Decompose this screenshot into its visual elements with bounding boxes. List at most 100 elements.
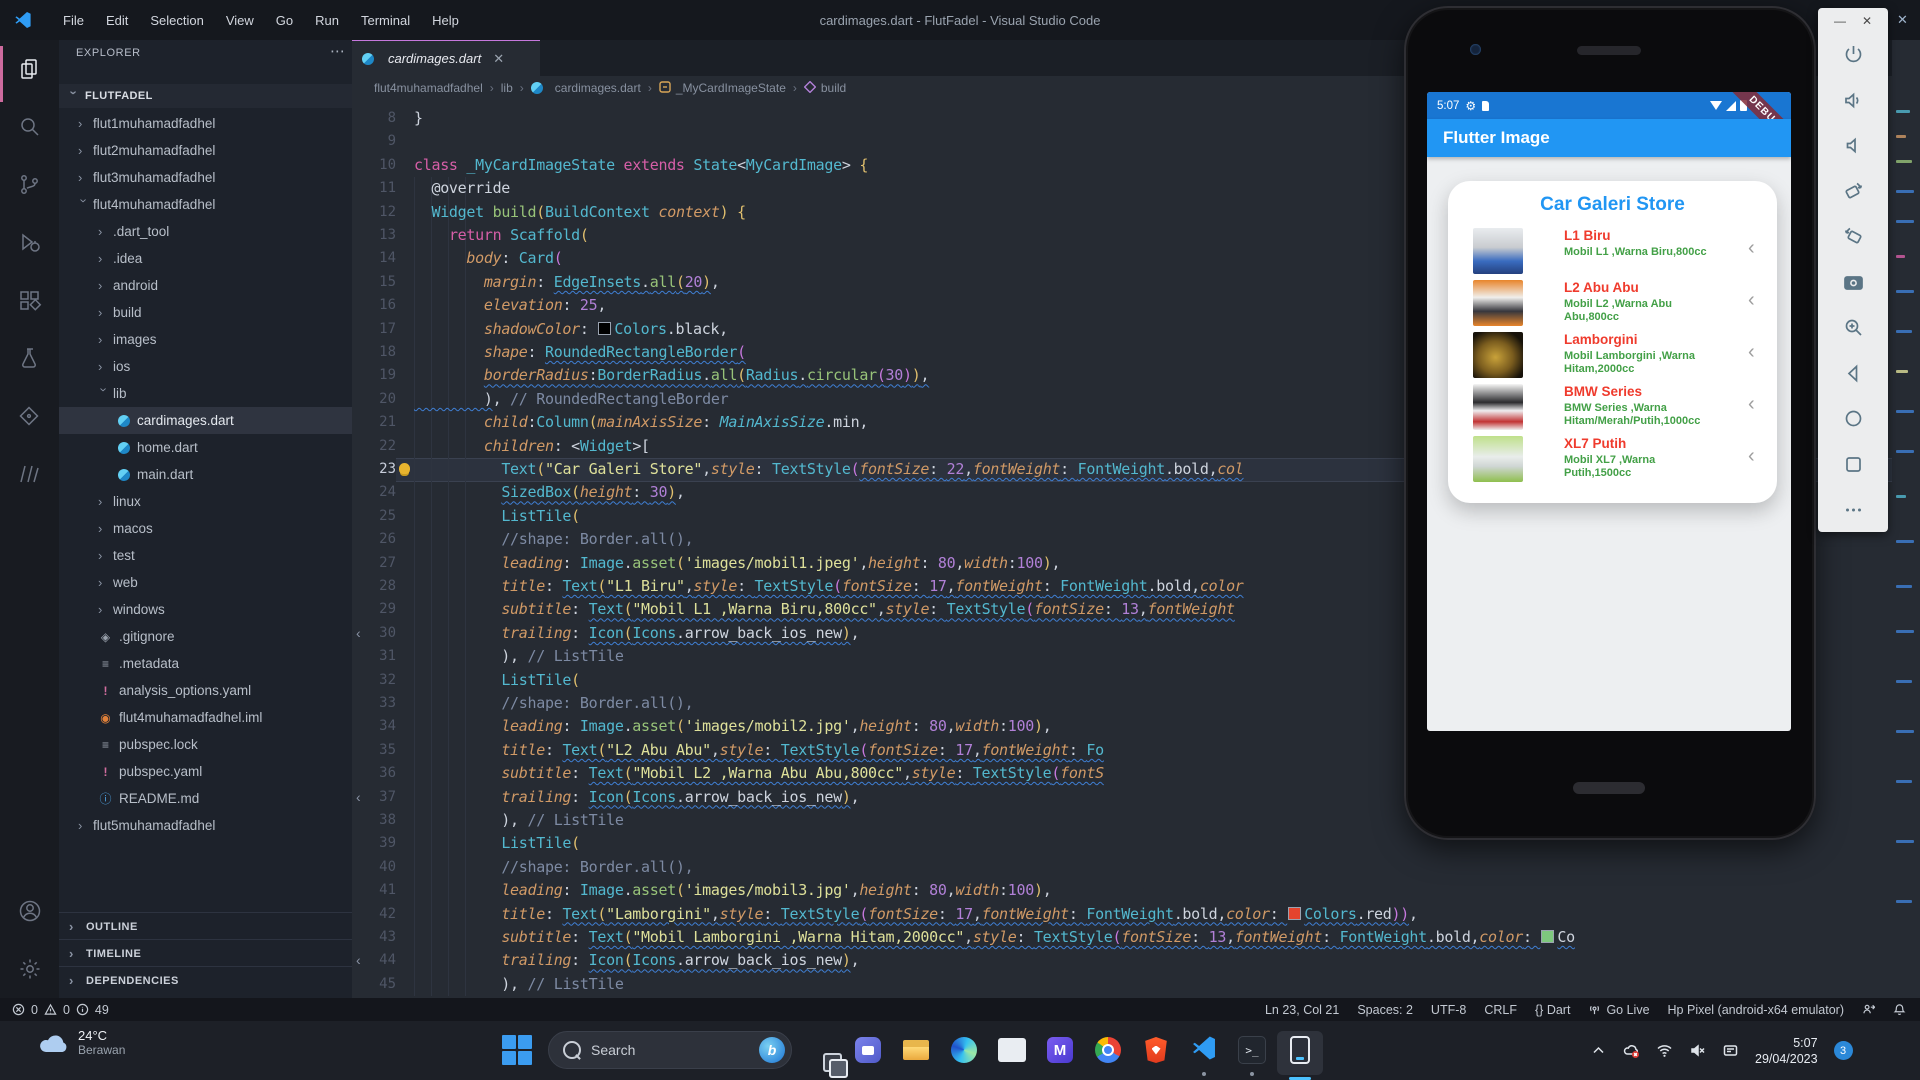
- taskbar-app-vscode[interactable]: [1190, 1035, 1218, 1076]
- remote-person-icon[interactable]: [1862, 1003, 1875, 1016]
- activity-pipeline-icon[interactable]: [0, 446, 59, 504]
- tree-item-pubspec-yaml[interactable]: ! pubspec.yaml: [59, 758, 352, 785]
- tab-close-icon[interactable]: ✕: [493, 51, 504, 67]
- menu-run[interactable]: Run: [304, 13, 350, 28]
- tree-item-cardimages-dart[interactable]: cardimages.dart: [59, 407, 352, 434]
- menu-file[interactable]: File: [52, 13, 95, 28]
- taskbar-app-emulator[interactable]: [1277, 1031, 1323, 1080]
- breadcrumb-lib[interactable]: lib: [501, 81, 513, 95]
- status-ln-23--col-21[interactable]: Ln 23, Col 21: [1265, 1003, 1339, 1017]
- fold-chevron-icon[interactable]: ‹: [356, 622, 361, 645]
- activity-run-debug-icon[interactable]: [0, 214, 59, 272]
- tree-root-flutfadel[interactable]: › FLUTFADEL: [59, 84, 352, 108]
- car-list-item[interactable]: XL7 Putih Mobil XL7 ,Warna Putih,1500cc ‹: [1448, 433, 1777, 485]
- tree-item--idea[interactable]: › .idea: [59, 245, 352, 272]
- menu-selection[interactable]: Selection: [139, 13, 214, 28]
- emulator-overview-icon[interactable]: [1818, 452, 1888, 477]
- tree-item--metadata[interactable]: ≡ .metadata: [59, 650, 352, 677]
- tree-item-images[interactable]: › images: [59, 326, 352, 353]
- status-hp-pixel--android-x64-emulator-[interactable]: Hp Pixel (android-x64 emulator): [1668, 1003, 1844, 1017]
- car-list-item[interactable]: L2 Abu Abu Mobil L2 ,Warna Abu Abu,800cc ‹: [1448, 277, 1777, 329]
- notifications-bell-icon[interactable]: [1893, 1003, 1906, 1016]
- tree-item-pubspec-lock[interactable]: ≡ pubspec.lock: [59, 731, 352, 758]
- taskbar-app-task-view[interactable]: [806, 1036, 848, 1078]
- tab-cardimages-dart[interactable]: cardimages.dart ✕: [352, 40, 540, 76]
- tree-item--gitignore[interactable]: ◈ .gitignore: [59, 623, 352, 650]
- menu-help[interactable]: Help: [421, 13, 470, 28]
- lightbulb-icon[interactable]: [399, 463, 410, 474]
- emulator-minimize-icon[interactable]: —: [1834, 14, 1846, 28]
- tray-chevron-up-icon[interactable]: [1590, 1042, 1607, 1059]
- activity-explorer-icon[interactable]: [0, 40, 59, 98]
- phone-screen[interactable]: 5:07 ⚙ DEBUG Flutter Image Car Galeri St…: [1427, 92, 1791, 731]
- close-window-icon[interactable]: ✕: [1897, 12, 1908, 28]
- tree-item-flut1muhamadfadhel[interactable]: › flut1muhamadfadhel: [59, 110, 352, 137]
- emulator-rotate-right-icon[interactable]: [1818, 224, 1888, 249]
- tree-item-windows[interactable]: › windows: [59, 596, 352, 623]
- menu-go[interactable]: Go: [265, 13, 304, 28]
- tree-item-readme-md[interactable]: ⓘ README.md: [59, 785, 352, 812]
- tree-item-linux[interactable]: › linux: [59, 488, 352, 515]
- minimap[interactable]: [1892, 40, 1920, 998]
- status-crlf[interactable]: CRLF: [1484, 1003, 1517, 1017]
- activity-extensions-icon[interactable]: [0, 272, 59, 330]
- status-go-live[interactable]: Go Live: [1588, 1003, 1650, 1017]
- activity-project-icon[interactable]: [0, 388, 59, 446]
- emulator-home-icon[interactable]: [1818, 406, 1888, 431]
- emulator-more-icon[interactable]: [1818, 497, 1888, 522]
- tree-item-flut4muhamadfadhel-iml[interactable]: ◉ flut4muhamadfadhel.iml: [59, 704, 352, 731]
- tree-item-ios[interactable]: › ios: [59, 353, 352, 380]
- car-list-item[interactable]: Lamborgini Mobil Lamborgini ,Warna Hitam,…: [1448, 329, 1777, 381]
- bing-icon[interactable]: b: [759, 1037, 785, 1063]
- taskbar-app-brave[interactable]: [1142, 1036, 1170, 1064]
- menu-edit[interactable]: Edit: [95, 13, 139, 28]
- tree-item-main-dart[interactable]: main.dart: [59, 461, 352, 488]
- tree-item--dart-tool[interactable]: › .dart_tool: [59, 218, 352, 245]
- fold-chevron-icon[interactable]: ‹: [356, 949, 361, 972]
- activity-account-icon[interactable]: [0, 882, 59, 940]
- emulator-back-icon[interactable]: [1818, 361, 1888, 386]
- car-list-item[interactable]: BMW Series BMW Series ,Warna Hitam/Merah/…: [1448, 381, 1777, 433]
- taskbar-weather[interactable]: 24°C Berawan: [38, 1028, 125, 1057]
- emulator-volume-up-icon[interactable]: [1818, 88, 1888, 113]
- car-list-item[interactable]: L1 Biru Mobil L1 ,Warna Biru,800cc ‹: [1448, 225, 1777, 277]
- emulator-close-icon[interactable]: ✕: [1862, 14, 1872, 28]
- taskbar-app-terminal[interactable]: >_: [1238, 1036, 1266, 1076]
- breadcrumb--mycardimagestate[interactable]: _MyCardImageState: [659, 80, 786, 96]
- taskbar-app-file-explorer[interactable]: [902, 1036, 930, 1064]
- activity-settings-icon[interactable]: [0, 940, 59, 998]
- menu-terminal[interactable]: Terminal: [350, 13, 421, 28]
- taskbar-clock[interactable]: 5:07 29/04/2023: [1755, 1035, 1818, 1067]
- section-dependencies[interactable]: › DEPENDENCIES: [59, 966, 352, 994]
- status-spaces--2[interactable]: Spaces: 2: [1357, 1003, 1413, 1017]
- tree-item-test[interactable]: › test: [59, 542, 352, 569]
- tree-item-android[interactable]: › android: [59, 272, 352, 299]
- taskbar-app-edge[interactable]: [950, 1036, 978, 1064]
- breadcrumb-cardimages-dart[interactable]: cardimages.dart: [530, 81, 641, 95]
- emulator-rotate-left-icon[interactable]: [1818, 179, 1888, 204]
- tray-onedrive-icon[interactable]: [1623, 1042, 1640, 1059]
- notification-count-badge[interactable]: 3: [1833, 1041, 1853, 1060]
- section-outline[interactable]: › OUTLINE: [59, 912, 352, 940]
- start-button[interactable]: [502, 1035, 532, 1065]
- taskbar-app-chat[interactable]: [854, 1036, 882, 1064]
- activity-source-control-icon[interactable]: [0, 156, 59, 214]
- status-utf-8[interactable]: UTF-8: [1431, 1003, 1466, 1017]
- tray-wifi-icon[interactable]: [1656, 1042, 1673, 1059]
- tree-item-lib[interactable]: › lib: [59, 380, 352, 407]
- tree-item-home-dart[interactable]: home.dart: [59, 434, 352, 461]
- breadcrumb-build[interactable]: build: [803, 80, 846, 96]
- tray-volume-mute-icon[interactable]: [1689, 1042, 1706, 1059]
- taskbar-app-chrome[interactable]: [1094, 1036, 1122, 1064]
- menu-view[interactable]: View: [215, 13, 265, 28]
- tree-item-flut2muhamadfadhel[interactable]: › flut2muhamadfadhel: [59, 137, 352, 164]
- problems-summary[interactable]: 0 0 49: [12, 1003, 109, 1017]
- emulator-zoom-icon[interactable]: [1818, 315, 1888, 340]
- taskbar-search[interactable]: Search b: [548, 1031, 792, 1069]
- tree-item-flut5muhamadfadhel[interactable]: › flut5muhamadfadhel: [59, 812, 352, 839]
- activity-search-icon[interactable]: [0, 98, 59, 156]
- section-timeline[interactable]: › TIMELINE: [59, 939, 352, 967]
- activity-testing-icon[interactable]: [0, 330, 59, 388]
- taskbar-app-store[interactable]: [998, 1036, 1026, 1064]
- tree-item-analysis-options-yaml[interactable]: ! analysis_options.yaml: [59, 677, 352, 704]
